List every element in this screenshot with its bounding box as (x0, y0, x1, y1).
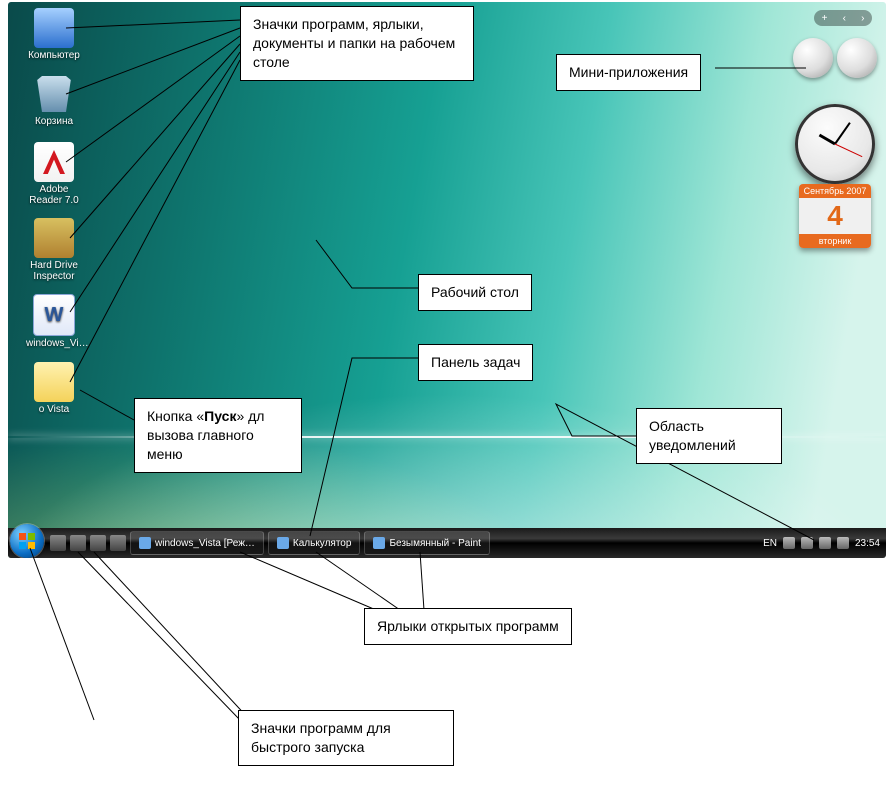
folder-icon (34, 362, 74, 402)
desktop-icon-folder[interactable]: о Vista (26, 362, 82, 415)
desktop-icon-recycle-bin[interactable]: Корзина (26, 74, 82, 127)
gadget-sidebar: Сентябрь 2007 4 вторник (792, 38, 878, 248)
callout-notification-area: Область уведомлений (636, 408, 782, 464)
taskbar-button-label: windows_Vista [Реж… (155, 538, 255, 549)
sidebar-control-strip[interactable]: + ‹ › (814, 10, 872, 26)
app-icon (139, 537, 151, 549)
gadget-disks[interactable] (792, 38, 878, 94)
quick-launch-icon[interactable] (110, 535, 126, 551)
taskbar-button[interactable]: windows_Vista [Реж… (130, 531, 264, 555)
calendar-weekday: вторник (799, 234, 871, 248)
taskbar-button-label: Калькулятор (293, 538, 352, 549)
trash-icon (34, 74, 74, 114)
clock-second-hand (835, 144, 863, 158)
icon-label: Компьютер (26, 50, 82, 61)
icon-label: Корзина (26, 116, 82, 127)
taskbar[interactable]: windows_Vista [Реж… Калькулятор Безымянн… (8, 528, 886, 558)
taskbar-button[interactable]: Безымянный - Paint (364, 531, 489, 555)
callout-open-apps: Ярлыки открытых программ (364, 608, 572, 645)
calendar-month: Сентябрь 2007 (799, 184, 871, 198)
desktop-icon-hd-inspector[interactable]: Hard Drive Inspector (26, 218, 82, 282)
callout-desktop: Рабочий стол (418, 274, 532, 311)
calendar-day: 4 (799, 198, 871, 234)
computer-icon (34, 8, 74, 48)
chevron-left-icon: ‹ (843, 13, 846, 24)
callout-taskbar: Панель задач (418, 344, 533, 381)
quick-launch-icon[interactable] (50, 535, 66, 551)
callout-gadgets: Мини-приложения (556, 54, 701, 91)
icon-label: о Vista (26, 404, 82, 415)
chevron-right-icon: › (861, 13, 864, 24)
desktop-icon-computer[interactable]: Компьютер (26, 8, 82, 61)
start-button[interactable] (10, 524, 44, 558)
dial-icon (793, 38, 833, 78)
quick-launch-icon[interactable] (70, 535, 86, 551)
callout-start-button: Кнопка «Пуск» дл вызова главного меню (134, 398, 302, 473)
quick-launch-icon[interactable] (90, 535, 106, 551)
tray-icon[interactable] (819, 537, 831, 549)
icon-label: windows_Vi… (26, 338, 82, 349)
gadget-clock[interactable] (795, 104, 875, 184)
taskbar-button[interactable]: Калькулятор (268, 531, 361, 555)
icon-label: Adobe Reader 7.0 (26, 184, 82, 206)
desktop-icon-adobe-reader[interactable]: Adobe Reader 7.0 (26, 142, 82, 206)
callout-desktop-icons: Значки программ, ярлыки, документы и пап… (240, 6, 474, 81)
adobe-icon (34, 142, 74, 182)
volume-icon[interactable] (837, 537, 849, 549)
dial-icon (837, 38, 877, 78)
taskbar-button-label: Безымянный - Paint (389, 538, 480, 549)
notification-area[interactable]: EN 23:54 (757, 537, 886, 549)
callout-quick-launch: Значки программ для быстрого запуска (238, 710, 454, 766)
taskbar-clock[interactable]: 23:54 (855, 538, 880, 549)
gadget-calendar[interactable]: Сентябрь 2007 4 вторник (799, 184, 871, 248)
app-icon (277, 537, 289, 549)
app-icon (373, 537, 385, 549)
word-doc-icon (33, 294, 75, 336)
drive-icon (34, 218, 74, 258)
plus-icon: + (822, 13, 828, 24)
tray-icon[interactable] (783, 537, 795, 549)
desktop-icon-document[interactable]: windows_Vi… (26, 294, 82, 349)
icon-label: Hard Drive Inspector (26, 260, 82, 282)
tray-icon[interactable] (801, 537, 813, 549)
language-indicator[interactable]: EN (763, 538, 777, 549)
